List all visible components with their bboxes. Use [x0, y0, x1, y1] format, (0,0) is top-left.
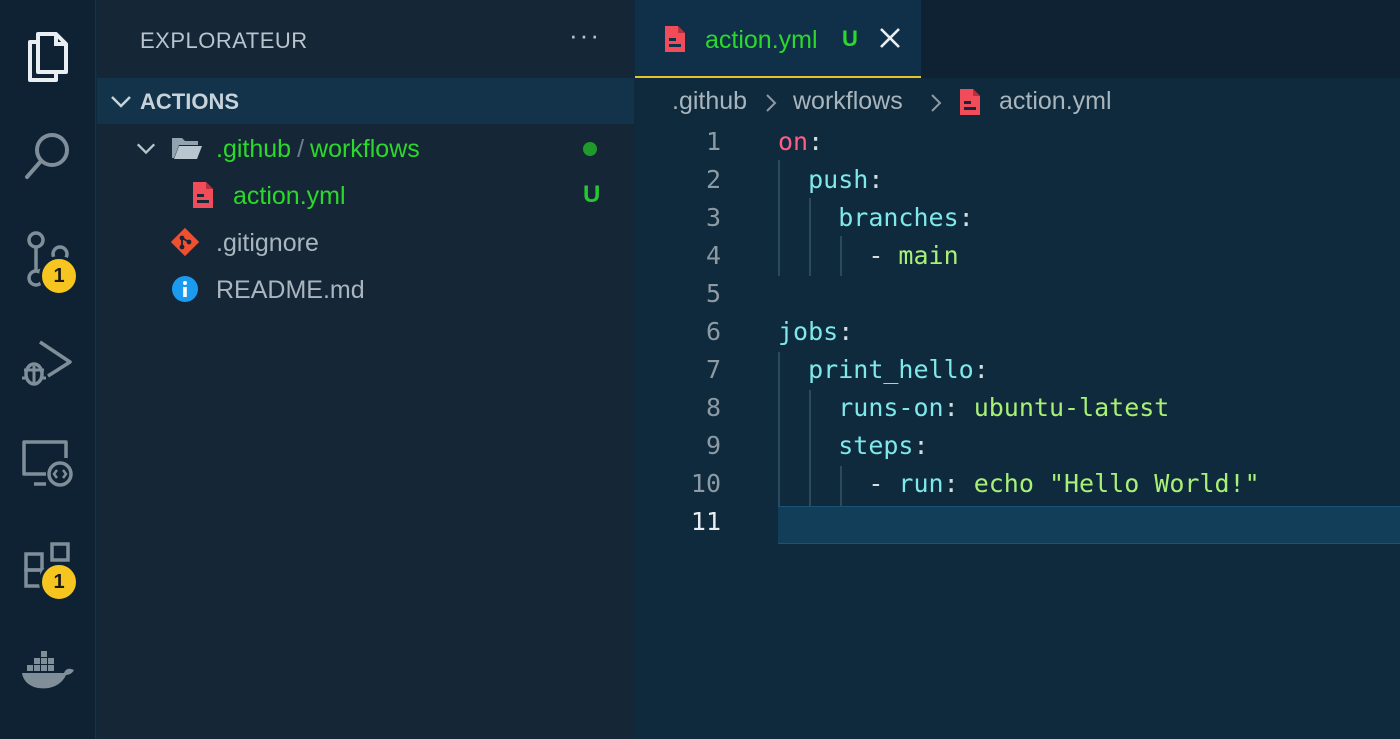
- code-line: 9 steps:: [635, 426, 1400, 464]
- explorer-icon: [28, 32, 68, 82]
- yaml-key: jobs: [778, 317, 839, 346]
- line-number: 6: [705, 317, 721, 346]
- line-number: 3: [705, 203, 721, 232]
- untracked-badge: U: [583, 181, 601, 208]
- line-number: 1: [705, 127, 721, 156]
- folder-name-part: workflows: [310, 135, 420, 163]
- line-number: 10: [690, 469, 721, 498]
- editor-area: action.yml U .github workflows action.ym…: [635, 0, 1400, 739]
- code-line: 2 push:: [635, 160, 1400, 198]
- code-line: 5: [635, 274, 1400, 312]
- breadcrumb-item[interactable]: action.yml: [999, 87, 1112, 116]
- yaml-colon: :: [958, 203, 974, 232]
- folder-open-icon: [172, 138, 202, 159]
- yaml-key: run: [898, 469, 944, 498]
- section-label: ACTIONS: [140, 89, 239, 114]
- yaml-file-icon: [665, 26, 685, 52]
- modified-dot: [583, 142, 597, 156]
- yaml-value: echo "Hello World!": [973, 469, 1260, 498]
- file-name: .gitignore: [216, 229, 319, 257]
- yaml-colon: :: [913, 431, 929, 460]
- yaml-key: push: [808, 165, 869, 194]
- yaml-key: on: [778, 127, 809, 156]
- search-button[interactable]: [0, 116, 96, 196]
- yaml-file-icon: [193, 182, 213, 208]
- tree-item-github-workflows[interactable]: .github / workflows: [97, 125, 634, 171]
- code-line: 3 branches:: [635, 198, 1400, 236]
- more-actions-button[interactable]: ···: [569, 20, 601, 51]
- chevron-right-icon: [766, 94, 777, 112]
- yaml-key: steps: [838, 431, 914, 460]
- tree-item-gitignore[interactable]: .gitignore: [97, 219, 634, 265]
- line-number: 11: [690, 507, 721, 536]
- tab-bar: action.yml U: [635, 0, 1400, 78]
- yaml-value: main: [898, 241, 959, 270]
- code-line: 8 runs-on: ubuntu-latest: [635, 388, 1400, 426]
- chevron-down-icon: [136, 143, 156, 155]
- yaml-colon: :: [808, 127, 824, 156]
- sidebar-title: EXPLORATEUR: [140, 28, 308, 53]
- chevron-right-icon: [931, 94, 942, 112]
- yaml-dash: -: [868, 241, 899, 270]
- file-name: README.md: [216, 276, 365, 304]
- explorer-button[interactable]: [0, 14, 96, 94]
- section-actions[interactable]: ACTIONS: [97, 78, 634, 124]
- tree-item-action-yml[interactable]: action.yml U: [97, 172, 634, 218]
- code-line: 10 - run: echo "Hello World!": [635, 464, 1400, 502]
- tab-action-yml[interactable]: action.yml U: [635, 0, 921, 78]
- path-separator: /: [297, 135, 305, 163]
- line-number: 2: [705, 165, 721, 194]
- line-number: 7: [705, 355, 721, 384]
- line-number: 8: [705, 393, 721, 422]
- run-debug-icon: [22, 340, 72, 386]
- activity-bar: 1 1: [0, 0, 96, 739]
- folder-name-part: .github: [216, 135, 292, 163]
- remote-explorer-button[interactable]: [0, 424, 96, 504]
- source-control-badge: 1: [39, 256, 79, 296]
- close-icon[interactable]: [878, 26, 902, 50]
- yaml-colon: :: [973, 355, 989, 384]
- line-number: 9: [705, 431, 721, 460]
- sidebar-header: EXPLORATEUR ···: [97, 0, 634, 78]
- explorer-sidebar: EXPLORATEUR ··· ACTIONS .github / workflow…: [97, 0, 634, 739]
- yaml-colon: :: [838, 317, 854, 346]
- file-name: action.yml: [233, 182, 346, 210]
- yaml-colon: :: [868, 165, 884, 194]
- tab-label: action.yml: [705, 26, 818, 54]
- yaml-key: runs-on: [838, 393, 944, 422]
- yaml-key: branches: [838, 203, 959, 232]
- tree-item-readme[interactable]: README.md: [97, 266, 634, 312]
- yaml-key: print_hello: [808, 355, 974, 384]
- info-icon: [172, 276, 198, 302]
- code-line: 4 - main: [635, 236, 1400, 274]
- remote-explorer-icon: [22, 440, 73, 487]
- docker-icon: [22, 651, 74, 689]
- code-line: 1 on:: [635, 122, 1400, 160]
- code-line: 7 print_hello:: [635, 350, 1400, 388]
- line-number: 5: [705, 279, 721, 308]
- yaml-colon: :: [943, 469, 974, 498]
- extensions-badge: 1: [39, 562, 79, 602]
- line-number: 4: [705, 241, 721, 270]
- yaml-value: ubuntu-latest: [973, 393, 1170, 422]
- git-file-icon: [170, 227, 200, 257]
- yaml-file-icon: [960, 89, 980, 115]
- yaml-dash: -: [868, 469, 899, 498]
- code-line: 11: [635, 502, 1400, 540]
- yaml-colon: :: [943, 393, 974, 422]
- breadcrumb: .github workflows action.yml: [635, 78, 1400, 126]
- chevron-down-icon: [111, 96, 131, 108]
- run-debug-button[interactable]: [0, 322, 96, 402]
- breadcrumb-item[interactable]: .github: [672, 87, 747, 116]
- untracked-badge: U: [842, 26, 858, 51]
- code-line: 6 jobs:: [635, 312, 1400, 350]
- docker-button[interactable]: [0, 628, 96, 708]
- breadcrumb-item[interactable]: workflows: [793, 87, 903, 116]
- search-icon: [25, 133, 69, 179]
